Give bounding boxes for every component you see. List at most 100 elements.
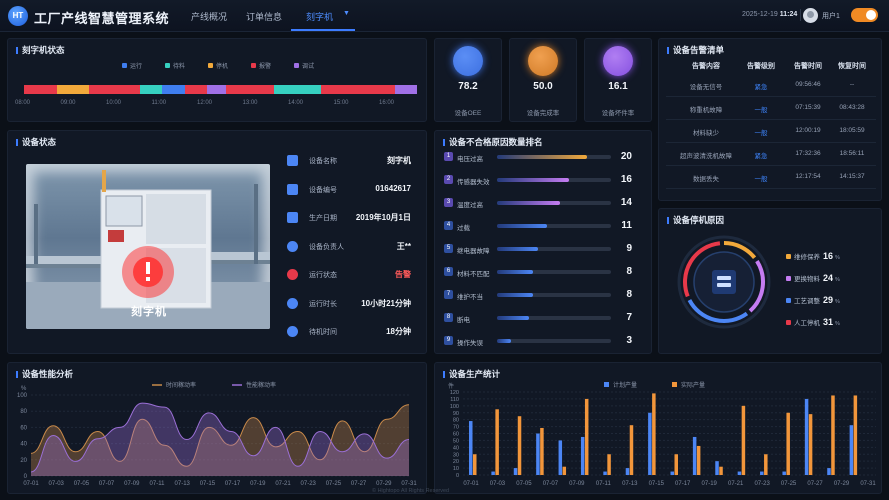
timeline-segment[interactable] [185,85,207,94]
timeline-segment[interactable] [395,85,417,94]
rank-bar[interactable] [497,293,533,297]
stop-reason-item[interactable]: 工艺调整 29% [786,295,840,305]
y-axis-unit: 件 [448,382,454,390]
timeline-segment[interactable] [273,85,321,94]
rank-bar[interactable] [497,270,533,274]
theme-toggle[interactable] [851,8,878,22]
legend-label[interactable]: 性能稼动率 [246,381,276,389]
legend-label[interactable]: 计划产量 [613,381,637,389]
rank-bar-track [497,339,611,343]
rank-bar-track [497,293,611,297]
legend-item[interactable]: 待料 [165,61,185,70]
bar[interactable] [741,405,746,475]
rank-bar[interactable] [497,224,547,228]
bar[interactable] [625,468,630,475]
bar[interactable] [536,433,540,476]
rank-bar[interactable] [497,155,587,159]
stop-reason-ring-chart[interactable] [674,232,774,332]
bar[interactable] [853,395,858,475]
bar[interactable] [786,412,790,475]
legend-item[interactable]: 调试 [294,61,314,70]
row-divider [666,96,876,97]
bar[interactable] [674,454,679,475]
timeline-segment[interactable] [124,85,140,94]
production-bar-chart[interactable]: 件 0102030405060708090100110120 07-01 07-03 0… [434,362,882,494]
kpi-value: 78.2 [458,81,478,92]
bar[interactable] [558,440,563,475]
bar[interactable] [804,398,809,475]
timeline-segment[interactable] [24,85,58,94]
user-name[interactable]: 用户1 [822,11,840,21]
rank-bar[interactable] [497,247,538,251]
bar[interactable] [760,471,764,475]
timeline-segment[interactable] [139,85,162,94]
bar[interactable] [607,454,611,475]
bar[interactable] [670,471,675,475]
bar[interactable] [469,421,473,475]
bar[interactable] [719,466,723,475]
timeline-tick: 10:00 [106,100,122,106]
nav-engraver[interactable]: 刻字机 [306,10,333,23]
bar[interactable] [808,414,813,475]
bar[interactable] [715,461,719,475]
status-timeline[interactable] [24,85,417,94]
legend-item[interactable]: 停机 [208,61,228,70]
nav-active-indicator [291,29,355,31]
bar[interactable] [495,409,499,475]
table-cell: 紧急 [754,153,768,160]
bar[interactable] [831,395,835,475]
rank-bar[interactable] [497,178,569,182]
app-header: HT 工厂产线智慧管理系统 产线概况 订单信息 刻字机 ▼ 2025-12-19… [0,0,889,32]
table-cell: 超声波清洗机故障 [680,153,732,160]
bar[interactable] [513,468,518,475]
rank-bar[interactable] [497,316,529,320]
stop-reason-item[interactable]: 更换物料 24% [786,273,840,283]
bar[interactable] [849,425,854,475]
legend-swatch [208,63,213,68]
bar[interactable] [764,454,768,475]
rank-bar[interactable] [497,339,511,343]
timeline-segment[interactable] [320,85,396,94]
performance-area-chart[interactable]: % 0 20 40 60 80 100 07-01 07-03 07-05 07-07 07-09 07… [7,362,427,494]
rank-bar[interactable] [497,201,560,205]
bar[interactable] [473,454,477,475]
timeline-tick: 12:00 [197,100,213,106]
nav-overview[interactable]: 产线概况 [191,10,227,23]
timeline-segment[interactable] [161,85,186,94]
timeline-segment[interactable] [206,85,227,94]
rank-label: 继电器故障 [457,248,490,255]
bar[interactable] [629,425,634,475]
stop-reason-item[interactable]: 人工停机 31% [786,317,840,327]
nav-orders[interactable]: 订单信息 [246,10,282,23]
timer-icon [287,326,298,337]
bar[interactable] [517,416,522,475]
bar[interactable] [696,445,701,475]
timeline-segment[interactable] [57,85,89,94]
bar[interactable] [827,468,831,475]
timeline-segment[interactable] [226,85,274,94]
legend-label[interactable]: 实际产量 [681,381,705,389]
bar[interactable] [580,436,585,475]
bar[interactable] [540,427,544,475]
rank-bar-track [497,316,611,320]
bar[interactable] [692,436,697,475]
y-tick-label: 100 [450,404,459,410]
person-icon [287,240,298,252]
avatar[interactable] [803,8,818,23]
bar[interactable] [782,471,786,475]
legend-item[interactable]: 运行 [122,61,142,70]
bar[interactable] [648,412,652,475]
y-tick-label: 30 [453,452,459,458]
bar[interactable] [603,471,607,475]
bar[interactable] [562,466,567,475]
bar[interactable] [737,471,742,475]
bar[interactable] [652,393,656,475]
legend-item[interactable]: 报警 [251,61,271,70]
stop-reason-label: 更换物料 [794,276,820,283]
legend-label[interactable]: 时间稼动率 [166,381,196,389]
stop-reason-item[interactable]: 维修保养 16% [786,251,840,261]
timeline-segment[interactable] [88,85,125,94]
bar[interactable] [584,398,589,475]
bar[interactable] [491,471,495,475]
chevron-down-icon[interactable]: ▼ [343,10,350,17]
